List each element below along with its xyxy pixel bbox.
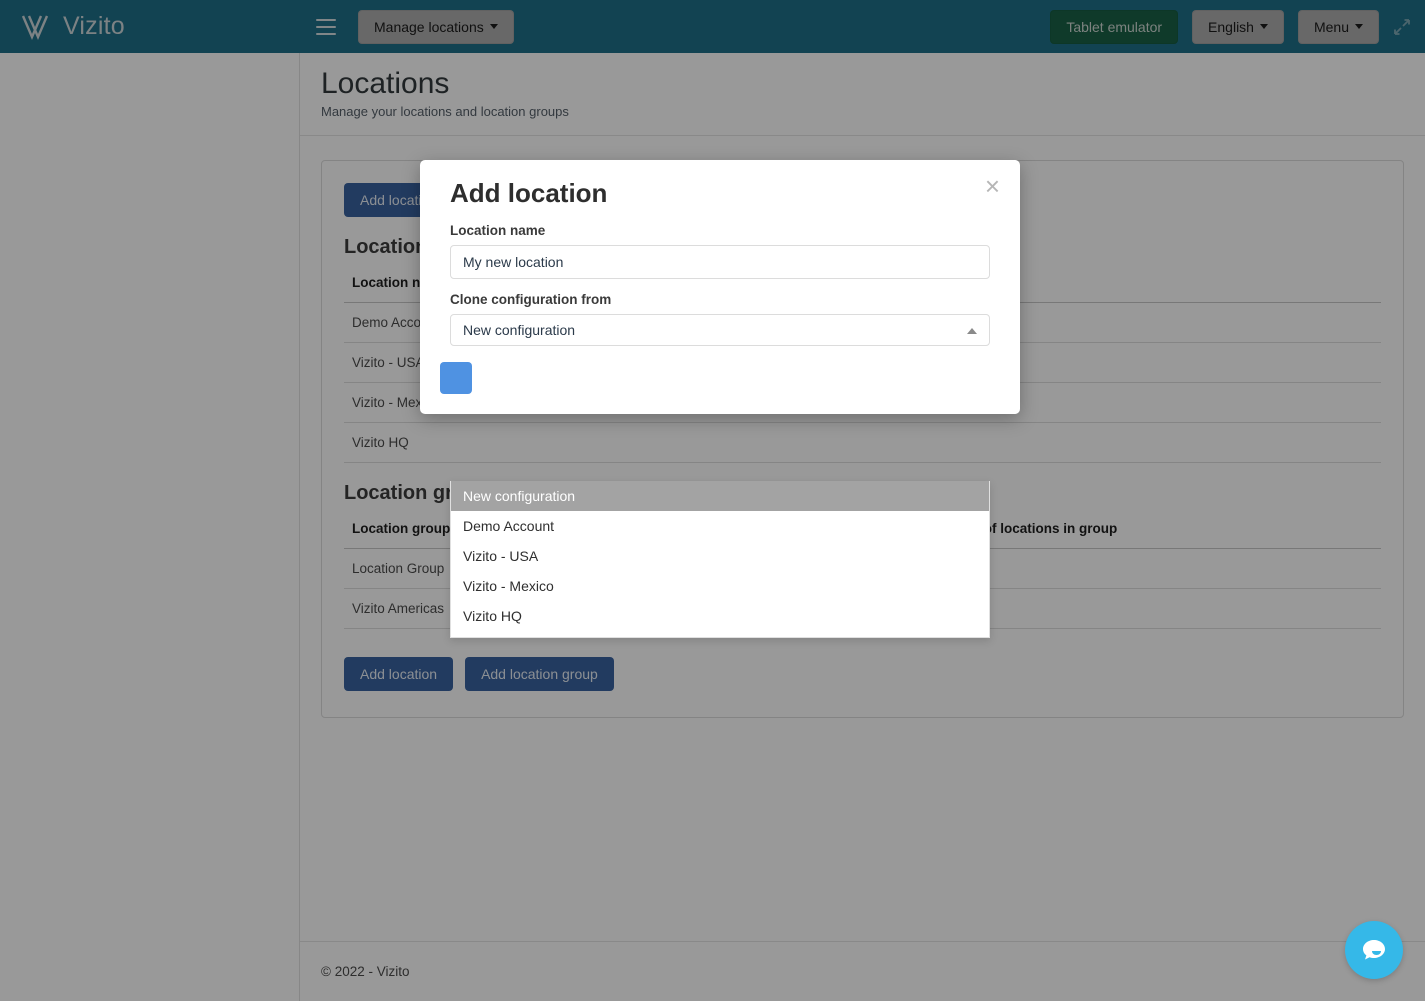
clone-configuration-value: New configuration: [463, 322, 575, 338]
modal-body: Location name Clone configuration from N…: [420, 213, 1020, 346]
dropdown-option[interactable]: Vizito - USA: [451, 541, 989, 571]
close-icon[interactable]: ×: [979, 172, 1006, 200]
location-name-input[interactable]: [450, 245, 990, 279]
dropdown-option[interactable]: New configuration: [451, 481, 989, 511]
chat-widget-button[interactable]: [1345, 921, 1403, 979]
modal-header: Add location ×: [420, 160, 1020, 213]
dropdown-option[interactable]: Demo Account: [451, 511, 989, 541]
clone-configuration-label: Clone configuration from: [450, 292, 990, 307]
clone-configuration-select[interactable]: New configuration: [450, 314, 990, 346]
clone-configuration-dropdown-list: New configuration Demo Account Vizito - …: [450, 481, 990, 638]
location-name-label: Location name: [450, 223, 990, 238]
dropdown-option[interactable]: Vizito - Mexico: [451, 571, 989, 601]
add-location-modal: Add location × Location name Clone confi…: [420, 160, 1020, 414]
dropdown-option[interactable]: Vizito HQ: [451, 601, 989, 631]
chevron-up-icon: [967, 328, 977, 334]
chat-bubble-icon: [1359, 935, 1389, 965]
modal-submit-button[interactable]: [440, 362, 472, 394]
modal-title: Add location: [450, 178, 998, 209]
modal-footer: [420, 346, 1020, 414]
